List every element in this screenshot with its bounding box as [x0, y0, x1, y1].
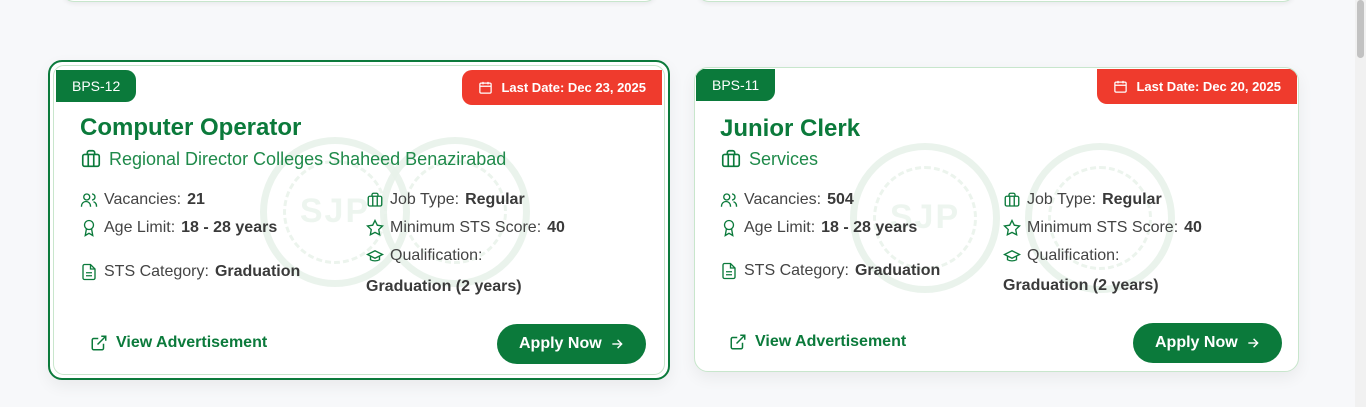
department: Services [720, 148, 818, 170]
department-name: Regional Director Colleges Shaheed Benaz… [109, 148, 507, 169]
briefcase-icon [721, 149, 741, 168]
last-date-badge: Last Date: Dec 23, 2025 [462, 70, 662, 105]
users-icon [80, 193, 98, 207]
qualification-value: Graduation (2 years) [366, 278, 522, 295]
minimum-sts-score: Minimum STS Score: 40 [366, 219, 565, 237]
apply-now-button[interactable]: Apply Now [497, 324, 646, 364]
department: Regional Director Colleges Shaheed Benaz… [80, 148, 506, 170]
briefcase-icon [1004, 192, 1020, 207]
document-icon [722, 262, 736, 280]
users-icon [720, 193, 738, 207]
last-date-text: Last Date: Dec 20, 2025 [1136, 79, 1281, 94]
job-title: Junior Clerk [720, 115, 861, 142]
bps-badge: BPS-11 [696, 69, 776, 101]
last-date-text: Last Date: Dec 23, 2025 [501, 80, 646, 95]
sts-category: STS Category: Graduation [720, 262, 940, 280]
arrow-right-icon [1248, 338, 1259, 348]
external-link-icon [730, 334, 746, 350]
briefcase-icon [81, 149, 101, 168]
department-name: Services [749, 148, 819, 169]
qualification-value: Graduation (2 years) [1003, 277, 1159, 294]
award-icon [83, 219, 95, 237]
view-advertisement-link[interactable]: View Advertisement [729, 333, 906, 351]
apply-now-button[interactable]: Apply Now [1133, 323, 1282, 363]
award-icon [723, 219, 735, 237]
job-title: Computer Operator [80, 114, 302, 141]
external-link-icon [91, 335, 107, 351]
job-type: Job Type: Regular [1003, 191, 1162, 209]
arrow-right-icon [612, 339, 623, 349]
previous-card-left [62, 0, 657, 2]
calendar-icon [479, 81, 493, 94]
calendar-icon [1114, 80, 1128, 93]
star-icon [1003, 219, 1021, 236]
graduation-cap-icon [1003, 249, 1021, 262]
job-type: Job Type: Regular [366, 191, 525, 209]
vacancies: Vacancies: 21 [80, 191, 205, 209]
view-advertisement-link[interactable]: View Advertisement [90, 334, 267, 352]
qualification: Qualification: [366, 247, 483, 265]
vacancies: Vacancies: 504 [720, 191, 854, 209]
qualification: Qualification: [1003, 247, 1120, 265]
minimum-sts-score: Minimum STS Score: 40 [1003, 219, 1202, 237]
job-card-junior-clerk: SJP BPS-11 Last Date: Dec 20, 2025 Junio… [694, 67, 1299, 372]
job-card-computer-operator: SJP BPS-12 Last Date: Dec 23, 2025 Compu… [48, 60, 670, 380]
scrollbar-thumb[interactable] [1357, 0, 1364, 58]
briefcase-icon [367, 192, 383, 207]
document-icon [82, 263, 96, 281]
graduation-cap-icon [366, 249, 384, 262]
star-icon [366, 219, 384, 236]
age-limit: Age Limit: 18 - 28 years [720, 219, 917, 237]
watermark-logo [1025, 143, 1175, 293]
previous-card-right [697, 0, 1295, 2]
bps-badge: BPS-12 [56, 70, 137, 102]
sts-category: STS Category: Graduation [80, 263, 300, 281]
page-scrollbar[interactable] [1355, 0, 1366, 407]
last-date-badge: Last Date: Dec 20, 2025 [1097, 69, 1297, 104]
age-limit: Age Limit: 18 - 28 years [80, 219, 277, 237]
